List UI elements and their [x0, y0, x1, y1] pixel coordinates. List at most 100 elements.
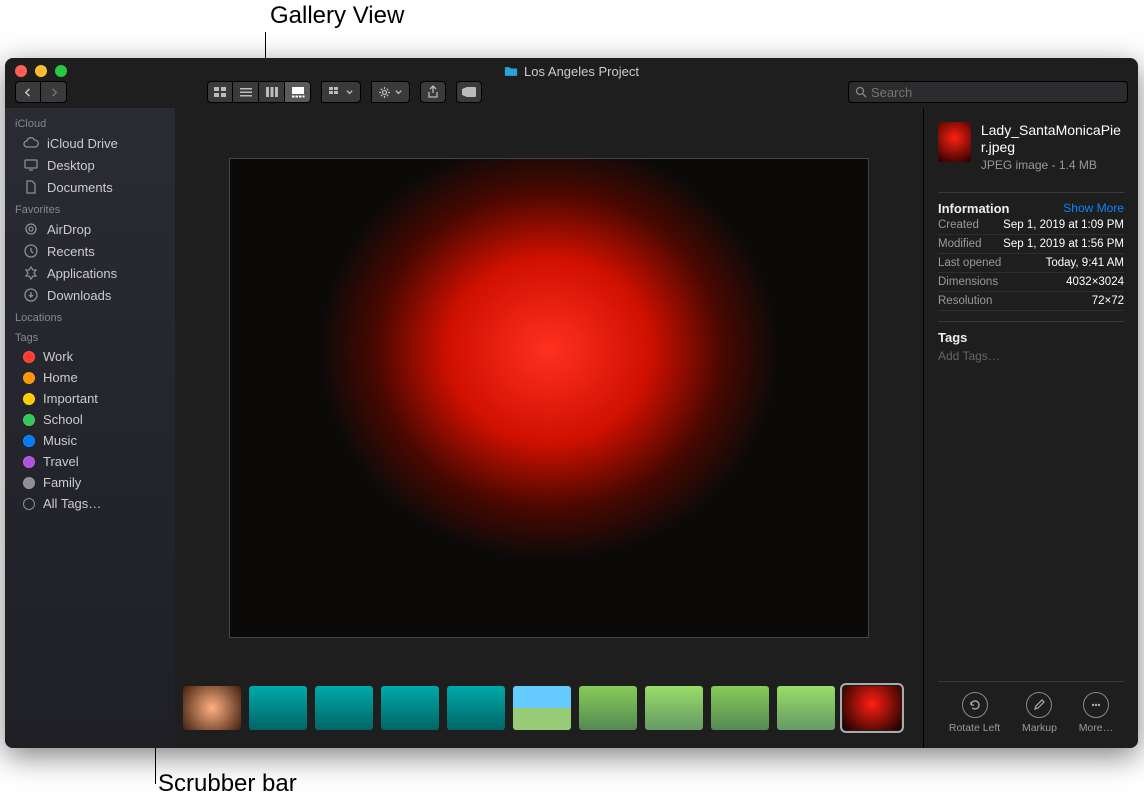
tag-dot-icon: [23, 414, 35, 426]
tags-section: Tags: [938, 321, 1124, 345]
sidebar-item-label: Family: [43, 475, 81, 490]
file-subtitle: JPEG image - 1.4 MB: [981, 158, 1124, 172]
desktop-icon: [23, 157, 39, 173]
action-button[interactable]: [371, 81, 410, 103]
more-label: More…: [1079, 722, 1113, 734]
thumbnail[interactable]: [645, 686, 703, 730]
info-value: Sep 1, 2019 at 1:56 PM: [1003, 238, 1124, 250]
sidebar-item-label: Applications: [47, 266, 117, 281]
tag-dot-icon: [23, 351, 35, 363]
finder-window: Los Angeles Project: [5, 58, 1138, 748]
search-icon: [855, 86, 867, 98]
rotate-left-button[interactable]: Rotate Left: [949, 692, 1000, 734]
sidebar-item-downloads[interactable]: Downloads: [5, 284, 175, 306]
sidebar-item-label: All Tags…: [43, 496, 101, 511]
sidebar-item-documents[interactable]: Documents: [5, 176, 175, 198]
downloads-icon: [23, 287, 39, 303]
sidebar-tag-music[interactable]: Music: [5, 430, 175, 451]
tags-button[interactable]: [456, 81, 482, 103]
rotate-icon: [968, 698, 982, 712]
forward-button[interactable]: [41, 81, 67, 103]
documents-icon: [23, 179, 39, 195]
columns-icon: [265, 86, 279, 98]
sidebar-tag-home[interactable]: Home: [5, 367, 175, 388]
thumbnail[interactable]: [249, 686, 307, 730]
zoom-window-button[interactable]: [55, 65, 67, 77]
sidebar-item-recents[interactable]: Recents: [5, 240, 175, 262]
sidebar-tag-work[interactable]: Work: [5, 346, 175, 367]
thumbnail[interactable]: [579, 686, 637, 730]
minimize-window-button[interactable]: [35, 65, 47, 77]
tags-label: Tags: [938, 330, 967, 345]
content-area: Lady_SantaMonicaPier.jpeg JPEG image - 1…: [175, 108, 1138, 748]
sidebar-item-desktop[interactable]: Desktop: [5, 154, 175, 176]
airdrop-icon: [23, 221, 39, 237]
back-button[interactable]: [15, 81, 41, 103]
sidebar-tag-important[interactable]: Important: [5, 388, 175, 409]
info-row-modified: ModifiedSep 1, 2019 at 1:56 PM: [938, 235, 1124, 254]
sidebar-item-icloud-drive[interactable]: iCloud Drive: [5, 132, 175, 154]
thumbnail[interactable]: [777, 686, 835, 730]
thumbnail[interactable]: [183, 686, 241, 730]
sidebar-tag-school[interactable]: School: [5, 409, 175, 430]
info-key: Last opened: [938, 257, 1001, 269]
information-section: Information Show More: [938, 192, 1124, 216]
sidebar-tag-all-tags-[interactable]: All Tags…: [5, 493, 175, 514]
sidebar: iCloud iCloud DriveDesktopDocuments Favo…: [5, 108, 175, 748]
chevron-down-icon: [394, 88, 403, 97]
sidebar-item-label: Documents: [47, 180, 113, 195]
sidebar-tag-travel[interactable]: Travel: [5, 451, 175, 472]
recents-icon: [23, 243, 39, 259]
group-by-button[interactable]: [321, 81, 361, 103]
sidebar-item-airdrop[interactable]: AirDrop: [5, 218, 175, 240]
share-button[interactable]: [420, 81, 446, 103]
info-value: 72×72: [1092, 295, 1124, 307]
thumbnail[interactable]: [447, 686, 505, 730]
thumbnail[interactable]: [711, 686, 769, 730]
thumbnail[interactable]: [315, 686, 373, 730]
markup-icon: [1032, 698, 1046, 712]
markup-button[interactable]: Markup: [1022, 692, 1057, 734]
window-title-text: Los Angeles Project: [524, 64, 639, 79]
sidebar-item-label: Downloads: [47, 288, 111, 303]
action-button-wrap: [371, 81, 410, 103]
thumbnail[interactable]: [513, 686, 571, 730]
sidebar-header-locations: Locations: [5, 306, 175, 326]
info-value: Today, 9:41 AM: [1046, 257, 1124, 269]
column-view-button[interactable]: [259, 81, 285, 103]
thumbnail[interactable]: [381, 686, 439, 730]
sidebar-item-label: Recents: [47, 244, 95, 259]
search-input[interactable]: [871, 85, 1121, 100]
show-more-link[interactable]: Show More: [1063, 201, 1124, 215]
search-field[interactable]: [848, 81, 1128, 103]
tag-dot-icon: [23, 372, 35, 384]
info-row-last-opened: Last opened Today, 9:41 AM: [938, 254, 1124, 273]
gallery-icon: [291, 86, 305, 98]
gallery-view-button[interactable]: [285, 81, 311, 103]
group-by-button-wrap: [321, 81, 361, 103]
tag-dot-icon: [23, 456, 35, 468]
scrubber-bar[interactable]: [175, 668, 923, 748]
rotate-label: Rotate Left: [949, 722, 1000, 734]
info-row-created: CreatedSep 1, 2019 at 1:09 PM: [938, 216, 1124, 235]
information-label: Information: [938, 201, 1010, 216]
sidebar-tag-family[interactable]: Family: [5, 472, 175, 493]
sidebar-item-label: School: [43, 412, 83, 427]
toolbar: [5, 80, 1138, 108]
applications-icon: [23, 265, 39, 281]
more-button[interactable]: More…: [1079, 692, 1113, 734]
grid-icon: [213, 86, 227, 98]
sidebar-item-applications[interactable]: Applications: [5, 262, 175, 284]
list-view-button[interactable]: [233, 81, 259, 103]
sidebar-header-favorites: Favorites: [5, 198, 175, 218]
gallery-area: [175, 108, 923, 748]
close-window-button[interactable]: [15, 65, 27, 77]
markup-label: Markup: [1022, 722, 1057, 734]
add-tags-field[interactable]: Add Tags…: [938, 345, 1124, 367]
icon-view-button[interactable]: [207, 81, 233, 103]
thumbnail[interactable]: [843, 686, 901, 730]
sidebar-item-label: Home: [43, 370, 78, 385]
tag-dot-icon: [23, 498, 35, 510]
chevron-down-icon: [345, 88, 354, 97]
preview-image[interactable]: [229, 158, 869, 638]
